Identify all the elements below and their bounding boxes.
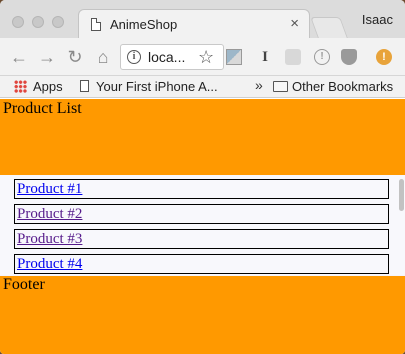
reload-icon[interactable]: ↻ bbox=[64, 46, 86, 68]
footer-text: Footer bbox=[3, 276, 45, 293]
pocket-icon[interactable] bbox=[341, 49, 357, 65]
minimize-window-button[interactable] bbox=[32, 16, 44, 28]
tab-animeshop[interactable]: AnimeShop × bbox=[78, 9, 310, 39]
new-tab-button[interactable] bbox=[310, 17, 348, 38]
apps-grid-icon[interactable] bbox=[14, 80, 27, 93]
extension-image-icon[interactable] bbox=[226, 49, 242, 65]
browser-window: AnimeShop × Isaac ← → ↻ ⌂ i loca... ☆ I … bbox=[0, 0, 405, 354]
close-tab-icon[interactable]: × bbox=[290, 15, 299, 33]
product-link-1[interactable]: Product #1 bbox=[17, 180, 82, 198]
bookmarks-bar: Apps Your First iPhone A... » Other Book… bbox=[0, 76, 405, 98]
page-footer: Footer bbox=[0, 276, 405, 354]
profile-name[interactable]: Isaac bbox=[362, 12, 393, 27]
list-item: Product #3 bbox=[14, 229, 389, 249]
product-link-4[interactable]: Product #4 bbox=[17, 255, 82, 273]
page-viewport: Product List Product #1 Product #2 Produ… bbox=[0, 99, 405, 354]
page-header: Product List bbox=[0, 99, 405, 175]
list-item: Product #4 bbox=[14, 254, 389, 274]
list-item: Product #2 bbox=[14, 204, 389, 224]
bookmark-apps[interactable]: Apps bbox=[33, 79, 63, 94]
list-item: Product #1 bbox=[14, 179, 389, 199]
close-window-button[interactable] bbox=[12, 16, 24, 28]
product-link-2[interactable]: Product #2 bbox=[17, 205, 82, 223]
home-icon[interactable]: ⌂ bbox=[92, 46, 114, 68]
folder-icon bbox=[273, 81, 288, 92]
alert-menu-icon[interactable]: ! bbox=[376, 49, 392, 65]
page-icon bbox=[91, 18, 101, 31]
bookmark-star-icon[interactable]: ☆ bbox=[198, 46, 214, 68]
back-arrow-icon[interactable]: ← bbox=[8, 46, 30, 68]
bookmark-first-iphone[interactable]: Your First iPhone A... bbox=[96, 79, 218, 94]
info-icon[interactable]: i bbox=[127, 50, 141, 64]
page-icon bbox=[80, 80, 89, 92]
tab-title: AnimeShop bbox=[110, 17, 178, 32]
extension-info-icon[interactable]: ! bbox=[314, 49, 330, 65]
forward-arrow-icon[interactable]: → bbox=[36, 46, 58, 68]
title-bar: AnimeShop × Isaac bbox=[0, 0, 405, 39]
toolbar: ← → ↻ ⌂ i loca... ☆ I ! ! bbox=[0, 38, 405, 76]
vertical-scrollbar[interactable] bbox=[399, 179, 404, 211]
product-list: Product #1 Product #2 Product #3 Product… bbox=[0, 175, 405, 275]
more-bookmarks-chevron-icon[interactable]: » bbox=[255, 77, 263, 93]
product-link-3[interactable]: Product #3 bbox=[17, 230, 82, 248]
zoom-window-button[interactable] bbox=[52, 16, 64, 28]
page-title: Product List bbox=[3, 100, 82, 117]
bookmark-other-bookmarks[interactable]: Other Bookmarks bbox=[292, 79, 393, 94]
url-text[interactable]: loca... bbox=[148, 49, 185, 65]
extension-chat-icon[interactable] bbox=[285, 49, 301, 65]
extension-instapaper-icon[interactable]: I bbox=[257, 49, 273, 65]
